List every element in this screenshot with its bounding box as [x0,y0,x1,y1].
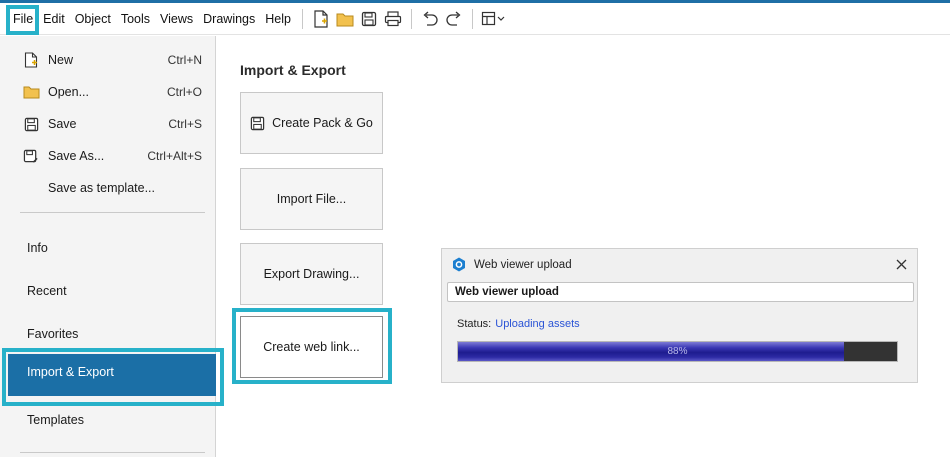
divider [20,452,205,453]
dialog-heading-field: Web viewer upload [447,282,914,302]
save-as-label: Save As... [48,149,105,163]
dialog-title: Web viewer upload [474,258,572,271]
save-label: Save [48,117,77,131]
save-as-template-label: Save as template... [48,181,156,195]
export-drawing-label: Export Drawing... [263,267,360,281]
nav-import-export-highlight [2,348,224,406]
create-pack-go-label: Create Pack & Go [272,116,373,130]
undo-icon[interactable] [418,6,442,32]
nav-recent[interactable]: Recent [27,281,67,301]
nav-info[interactable]: Info [27,238,48,258]
open-command[interactable]: Open... Ctrl+O [22,79,202,105]
menubar: File Edit Object Tools Views Drawings He… [0,3,950,35]
nav-favorites[interactable]: Favorites [27,324,78,344]
save-command[interactable]: Save Ctrl+S [22,111,202,137]
page-title: Import & Export [240,62,346,78]
save-as-command[interactable]: Save As... Ctrl+Alt+S [22,143,202,169]
save-icon [22,115,40,133]
new-command[interactable]: New Ctrl+N [22,47,202,73]
save-shortcut: Ctrl+S [168,117,202,131]
status-value: Uploading assets [495,318,580,330]
status-label: Status: [457,318,492,330]
divider [20,212,205,213]
save-icon [250,116,265,131]
import-file-button[interactable]: Import File... [240,168,383,230]
create-web-link-highlight [232,308,392,384]
new-file-icon[interactable] [309,6,333,32]
save-icon[interactable] [357,6,381,32]
menu-file[interactable]: File [8,3,38,35]
new-label: New [48,53,74,67]
menu-drawings[interactable]: Drawings [198,3,260,35]
menu-views[interactable]: Views [155,3,198,35]
open-shortcut: Ctrl+O [166,85,202,99]
save-as-shortcut: Ctrl+Alt+S [147,149,202,163]
redo-icon[interactable] [442,6,466,32]
close-icon[interactable] [891,254,911,274]
nav-templates[interactable]: Templates [27,410,84,430]
web-viewer-upload-dialog: Web viewer upload Web viewer upload Stat… [441,248,918,383]
open-folder-icon[interactable] [333,6,357,32]
dialog-title-bar: Web viewer upload [452,257,572,272]
app-hexagon-icon [452,257,466,272]
menu-object[interactable]: Object [70,3,116,35]
menu-tools[interactable]: Tools [116,3,155,35]
new-file-icon [22,51,40,69]
open-label: Open... [48,85,89,99]
toolbar-separator [471,8,473,29]
create-pack-go-button[interactable]: Create Pack & Go [240,92,383,154]
status-line: Status: Uploading assets [457,318,580,330]
import-file-label: Import File... [276,192,347,206]
progress-text: 88% [667,346,688,357]
layout-dropdown-icon[interactable] [479,6,509,32]
save-as-icon [22,147,40,165]
toolbar-separator [410,8,412,29]
new-shortcut: Ctrl+N [167,53,202,67]
menu-edit[interactable]: Edit [38,3,70,35]
menu-help[interactable]: Help [260,3,296,35]
save-as-template-command[interactable]: Save as template... [22,175,202,201]
upload-progress-bar: 88% [457,341,898,362]
export-drawing-button[interactable]: Export Drawing... [240,243,383,305]
folder-icon [22,83,40,101]
print-icon[interactable] [381,6,405,32]
toolbar-separator [301,8,303,29]
